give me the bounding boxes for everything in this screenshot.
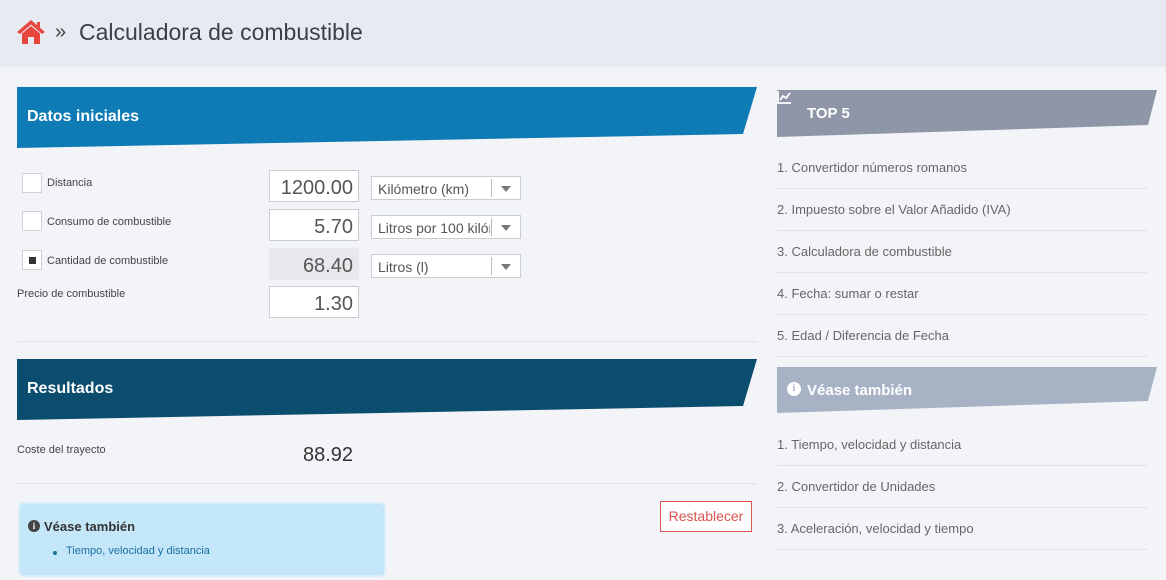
info-icon: i bbox=[28, 520, 40, 532]
see-also-link[interactable]: Tiempo, velocidad y distancia bbox=[66, 545, 210, 557]
sidebar-item-units[interactable]: 2. Convertidor de Unidades bbox=[777, 466, 1147, 508]
home-icon[interactable] bbox=[16, 19, 46, 45]
distance-checkbox[interactable] bbox=[22, 173, 42, 193]
select-divider bbox=[491, 218, 492, 236]
top5-title: TOP 5 bbox=[807, 105, 850, 122]
fuel-amount-checkbox[interactable] bbox=[22, 250, 42, 270]
sidebar-item-date[interactable]: 4. Fecha: sumar o restar bbox=[777, 273, 1147, 315]
fuel-price-label: Precio de combustible bbox=[17, 288, 126, 300]
distance-unit-select[interactable]: Kilómetro (km) bbox=[371, 176, 521, 200]
select-divider bbox=[491, 257, 492, 275]
breadcrumb-separator: » bbox=[55, 21, 67, 43]
see-also-sidebar-title: Véase también bbox=[807, 382, 913, 399]
fuel-amount-label: Cantidad de combustible bbox=[47, 255, 169, 267]
line-chart-icon bbox=[777, 91, 791, 104]
divider bbox=[17, 483, 757, 484]
sidebar-item-roman[interactable]: 1. Convertidor números romanos bbox=[777, 147, 1147, 189]
trip-cost-label: Coste del trayecto bbox=[17, 444, 106, 456]
distance-unit-value: Kilómetro (km) bbox=[378, 181, 470, 197]
sidebar-item-age[interactable]: 5. Edad / Diferencia de Fecha bbox=[777, 315, 1147, 357]
fuel-price-input[interactable] bbox=[269, 286, 359, 318]
see-also-box: i Véase también Tiempo, velocidad y dist… bbox=[18, 502, 386, 577]
resultados-banner: Resultados bbox=[17, 359, 757, 420]
consumption-input[interactable] bbox=[269, 209, 359, 241]
sidebar-item-iva[interactable]: 2. Impuesto sobre el Valor Añadido (IVA) bbox=[777, 189, 1147, 231]
sidebar-item-fuel[interactable]: 3. Calculadora de combustible bbox=[777, 231, 1147, 273]
fuel-amount-input bbox=[269, 248, 359, 280]
distance-label: Distancia bbox=[47, 177, 93, 189]
resultados-title: Resultados bbox=[27, 380, 114, 397]
page-title: Calculadora de combustible bbox=[79, 19, 363, 45]
sidebar-item-acceleration[interactable]: 3. Aceleración, velocidad y tiempo bbox=[777, 508, 1147, 550]
consumption-checkbox[interactable] bbox=[22, 211, 42, 231]
consumption-unit-value: Litros por 100 kilómetros bbox=[378, 220, 490, 236]
bullet-icon bbox=[53, 551, 57, 555]
consumption-unit-select[interactable]: Litros por 100 kilómetros bbox=[371, 215, 521, 239]
chevron-down-icon bbox=[501, 186, 511, 192]
sidebar-item-time-speed[interactable]: 1. Tiempo, velocidad y distancia bbox=[777, 424, 1147, 466]
chevron-down-icon bbox=[501, 225, 511, 231]
datos-iniciales-title: Datos iniciales bbox=[27, 108, 140, 125]
trip-cost-value: 88.92 bbox=[303, 444, 354, 466]
chevron-down-icon bbox=[501, 264, 511, 270]
see-also-banner: i Véase también bbox=[777, 367, 1157, 413]
top5-banner: TOP 5 bbox=[777, 90, 1157, 137]
consumption-label: Consumo de combustible bbox=[47, 216, 172, 228]
fuel-amount-unit-select[interactable]: Litros (l) bbox=[371, 254, 521, 278]
info-icon: i bbox=[787, 382, 801, 396]
fuel-amount-unit-value: Litros (l) bbox=[378, 259, 429, 275]
top-header: » Calculadora de combustible bbox=[0, 0, 1166, 67]
see-also-title: Véase también bbox=[44, 519, 136, 534]
distance-input[interactable] bbox=[269, 170, 359, 202]
reset-button[interactable]: Restablecer bbox=[660, 501, 752, 532]
select-divider bbox=[491, 179, 492, 197]
datos-iniciales-banner: Datos iniciales bbox=[17, 87, 757, 148]
divider bbox=[17, 341, 757, 342]
